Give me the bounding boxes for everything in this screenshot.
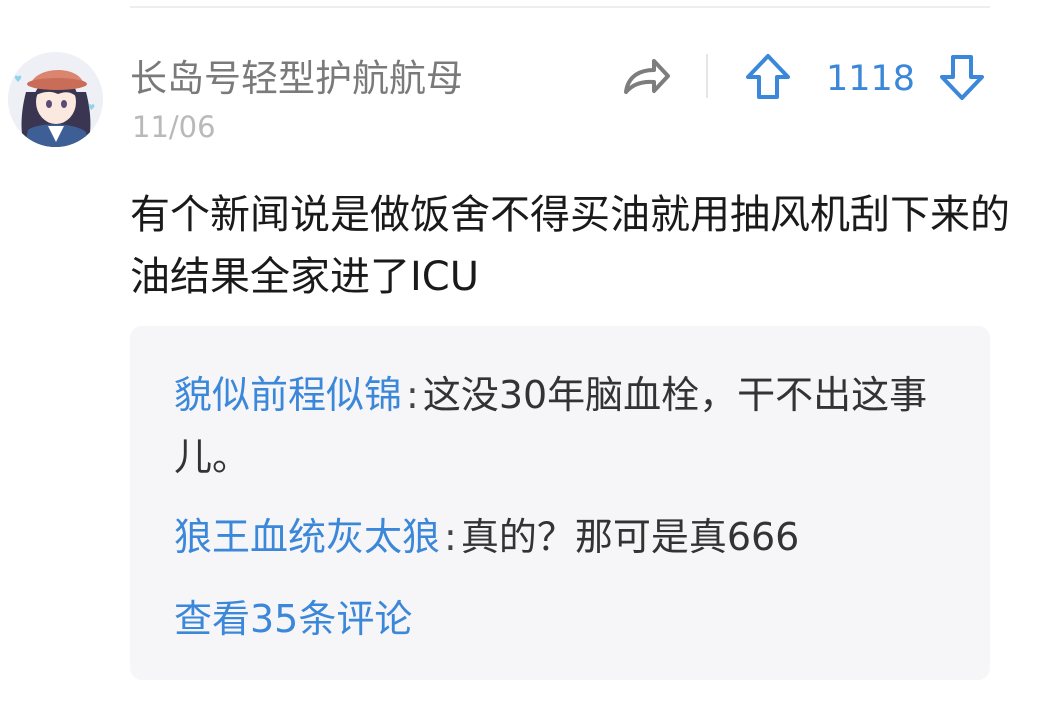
avatar[interactable]: ♥ ♥	[8, 52, 103, 147]
arrow-down-icon	[940, 55, 984, 100]
reply-item: 狼王血统灰太狼: 真的？那可是真666	[174, 506, 946, 568]
divider	[130, 6, 990, 8]
reply-separator: :	[406, 373, 419, 417]
author-name[interactable]: 长岛号轻型护航航母	[130, 56, 463, 102]
svg-text:♥: ♥	[88, 103, 95, 112]
reply-author[interactable]: 狼王血统灰太狼	[174, 515, 440, 559]
comment-card: ♥ ♥ 长岛号轻型护航航母 11/06 1118 有个新闻说是做饭舍不得买油就用…	[0, 0, 1038, 717]
upvote-button[interactable]	[744, 52, 792, 102]
reply-author[interactable]: 貌似前程似锦	[174, 373, 402, 417]
vote-count: 1118	[826, 59, 916, 99]
downvote-button[interactable]	[938, 52, 986, 102]
view-all-comments-link[interactable]: 查看35条评论	[174, 588, 412, 650]
svg-text:♥: ♥	[14, 75, 22, 85]
share-button[interactable]	[616, 52, 674, 102]
reply-separator: :	[444, 515, 457, 559]
avatar-image: ♥ ♥	[8, 52, 103, 147]
share-arrow-icon	[624, 59, 670, 94]
arrow-up-icon	[746, 54, 790, 99]
post-date: 11/06	[132, 110, 216, 144]
action-separator	[706, 54, 708, 98]
reply-text: 真的？那可是真666	[460, 515, 800, 559]
reply-item: 貌似前程似锦: 这没30年脑血栓，干不出这事儿。	[174, 364, 946, 488]
post-content: 有个新闻说是做饭舍不得买油就用抽风机刮下来的油结果全家进了ICU	[130, 192, 1010, 300]
replies-panel: 貌似前程似锦: 这没30年脑血栓，干不出这事儿。 狼王血统灰太狼: 真的？那可是真6…	[130, 326, 990, 680]
